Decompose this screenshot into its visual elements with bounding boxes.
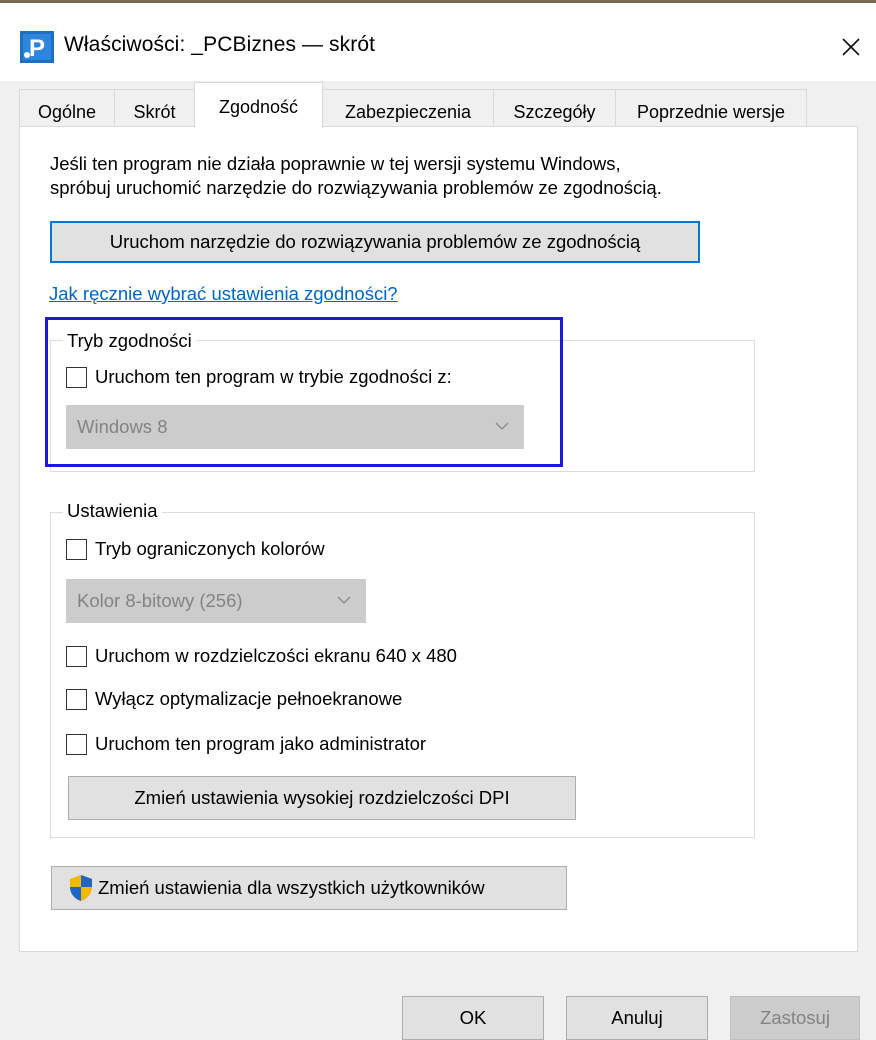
button-label: Zastosuj bbox=[760, 1007, 830, 1028]
run-as-admin-row[interactable]: Uruchom ten program jako administrator bbox=[66, 733, 426, 755]
tab-label: Ogólne bbox=[37, 102, 97, 122]
manual-compat-settings-link[interactable]: Jak ręcznie wybrać ustawienia zgodności? bbox=[49, 283, 398, 305]
reduced-color-checkbox[interactable] bbox=[66, 538, 87, 560]
apply-button[interactable]: Zastosuj bbox=[730, 996, 860, 1040]
tab-compatibility[interactable]: Zgodność bbox=[194, 82, 323, 128]
fullscreen-opt-checkbox[interactable] bbox=[66, 688, 87, 710]
button-label: Anuluj bbox=[611, 1007, 663, 1028]
settings-legend: Ustawienia bbox=[63, 500, 162, 522]
uac-shield-icon bbox=[70, 875, 92, 901]
run-as-admin-checkbox[interactable] bbox=[66, 733, 87, 755]
close-button[interactable] bbox=[826, 19, 876, 73]
chevron-down-icon bbox=[337, 596, 351, 604]
tab-previous-versions[interactable]: Poprzednie wersje bbox=[615, 89, 807, 127]
title-bar[interactable]: P Właściwości: _PCBiznes — skrót bbox=[0, 3, 876, 81]
tab-label: Szczegóły bbox=[513, 102, 596, 122]
change-settings-all-users-button[interactable]: Zmień ustawienia dla wszystkich użytkown… bbox=[51, 866, 567, 910]
tab-label: Poprzednie wersje bbox=[636, 102, 786, 122]
resolution-label: Uruchom w rozdzielczości ekranu 640 x 48… bbox=[95, 645, 457, 666]
tab-shortcut[interactable]: Skrót bbox=[114, 89, 195, 127]
tab-label: Zgodność bbox=[218, 97, 299, 117]
reduced-color-label: Tryb ograniczonych kolorów bbox=[95, 538, 325, 559]
info-line-1: Jeśli ten program nie działa poprawnie w… bbox=[50, 153, 621, 174]
info-line-2: spróbuj uruchomić narzędzie do rozwiązyw… bbox=[50, 177, 662, 198]
close-icon bbox=[842, 38, 860, 56]
fullscreen-opt-label: Wyłącz optymalizacje pełnoekranowe bbox=[95, 688, 403, 709]
compatibility-info-text: Jeśli ten program nie działa poprawnie w… bbox=[50, 152, 662, 200]
button-label: Uruchom narzędzie do rozwiązywania probl… bbox=[109, 231, 641, 252]
pcbiznes-app-icon: P bbox=[20, 31, 54, 63]
reduced-color-row[interactable]: Tryb ograniczonych kolorów bbox=[66, 538, 325, 560]
compatibility-mode-highlight bbox=[45, 317, 563, 467]
color-mode-select-value: Kolor 8-bitowy (256) bbox=[77, 590, 243, 611]
tab-label: Skrót bbox=[133, 102, 176, 122]
ok-button[interactable]: OK bbox=[402, 996, 544, 1040]
color-mode-select: Kolor 8-bitowy (256) bbox=[66, 579, 366, 623]
button-label: OK bbox=[459, 1007, 487, 1028]
button-label: Zmień ustawienia wysokiej rozdzielczości… bbox=[134, 787, 510, 808]
button-label: Zmień ustawienia dla wszystkich użytkown… bbox=[98, 877, 485, 898]
change-dpi-settings-button[interactable]: Zmień ustawienia wysokiej rozdzielczości… bbox=[68, 776, 576, 820]
tab-general[interactable]: Ogólne bbox=[19, 89, 115, 127]
resolution-checkbox[interactable] bbox=[66, 645, 87, 667]
tab-security[interactable]: Zabezpieczenia bbox=[322, 89, 494, 127]
run-as-admin-label: Uruchom ten program jako administrator bbox=[95, 733, 427, 754]
tab-label: Zabezpieczenia bbox=[344, 102, 472, 122]
cancel-button[interactable]: Anuluj bbox=[566, 996, 708, 1040]
run-troubleshooter-button[interactable]: Uruchom narzędzie do rozwiązywania probl… bbox=[50, 221, 700, 263]
window-title: Właściwości: _PCBiznes — skrót bbox=[64, 33, 376, 56]
tab-details[interactable]: Szczegóły bbox=[493, 89, 616, 127]
fullscreen-opt-row[interactable]: Wyłącz optymalizacje pełnoekranowe bbox=[66, 688, 402, 710]
resolution-row[interactable]: Uruchom w rozdzielczości ekranu 640 x 48… bbox=[66, 645, 457, 667]
svg-text:P: P bbox=[29, 35, 45, 62]
